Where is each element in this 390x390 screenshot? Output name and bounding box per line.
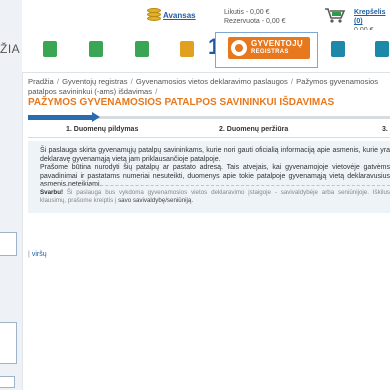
sidebar-title: ŽIA: [0, 42, 21, 56]
step-3: 3.: [382, 126, 388, 133]
sidebar-panel: [0, 232, 17, 256]
breadcrumb-item[interactable]: Gyvenamosios vietos deklaravimo paslaugo…: [136, 77, 288, 86]
tab-label-line2: REGISTRAS: [251, 49, 289, 55]
separator: |: [28, 251, 30, 258]
cart-icon[interactable]: [324, 7, 346, 23]
tab-label-line1: GYVENTOJŲ: [251, 39, 303, 48]
service-tab-icon[interactable]: [375, 41, 389, 57]
krepselis-link[interactable]: Krepšelis (0): [354, 8, 390, 26]
service-tab-icon[interactable]: [89, 41, 103, 57]
sidebar-panel: [0, 322, 17, 364]
gyventoju-registras-logo: GYVENTOJŲ REGISTRAS: [228, 37, 310, 59]
progress-arrow-icon: [92, 112, 101, 122]
note-text-end: savo savivaldybę/seniūniją.: [118, 197, 194, 204]
info-note: Svarbu! Ši paslauga bus vykdoma gyvenamo…: [40, 189, 390, 205]
service-tab-icon[interactable]: [331, 41, 345, 57]
service-tab-icon[interactable]: [135, 41, 149, 57]
info-paragraph: Ši paslauga skirta gyvenamųjų patalpų sa…: [40, 147, 390, 163]
service-tabs: 1 GYVENTOJŲ REGISTRAS: [22, 30, 390, 73]
breadcrumb-item[interactable]: Pradžia: [28, 77, 54, 86]
sidebar-panel: [0, 376, 15, 388]
avansas-link[interactable]: Avansas: [163, 11, 196, 20]
progress-bar: [28, 112, 390, 124]
coins-icon: [147, 8, 161, 22]
info-box: Ši paslauga skirta gyvenamųjų patalpų sa…: [28, 141, 390, 213]
back-to-top-link[interactable]: viršų: [32, 251, 47, 258]
tab-gyventoju-registras[interactable]: GYVENTOJŲ REGISTRAS: [215, 32, 318, 68]
balance-likutis: Likutis - 0,00 €: [224, 9, 270, 16]
service-tab-icon[interactable]: [180, 41, 194, 57]
back-to-top[interactable]: | viršų: [28, 251, 47, 258]
note-text: Ši paslauga bus vykdoma gyvenamosios vie…: [40, 189, 390, 204]
page-title: PAŽYMOS GYVENAMOSIOS PATALPOS SAVININKUI…: [28, 97, 335, 108]
steps-divider: [28, 137, 390, 138]
service-tab-icon[interactable]: [43, 41, 57, 57]
top-bar: Avansas Likutis - 0,00 € Rezervuota - 0,…: [22, 0, 390, 34]
info-divider: [40, 185, 390, 187]
balance-info: Likutis - 0,00 € Rezervuota - 0,00 €: [224, 8, 285, 26]
step-2: 2. Duomenų peržiūra: [219, 126, 289, 133]
balance-rezervuota: Rezervuota - 0,00 €: [224, 18, 286, 25]
note-label: Svarbu!: [40, 189, 64, 196]
progress-fill: [28, 115, 93, 120]
step-1: 1. Duomenų pildymas: [66, 126, 139, 133]
registry-logo-icon: [231, 40, 247, 56]
breadcrumb-item[interactable]: Gyventojų registras: [62, 77, 127, 86]
breadcrumb: Pradžia / Gyventojų registras / Gyvenamo…: [28, 77, 379, 96]
